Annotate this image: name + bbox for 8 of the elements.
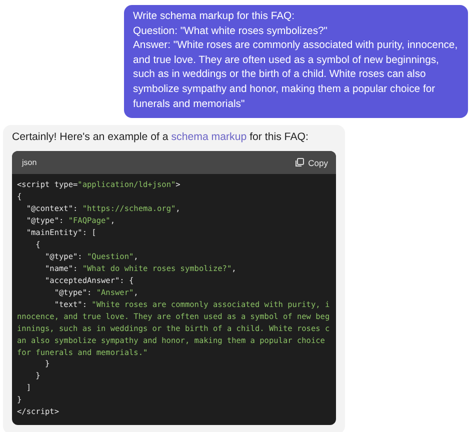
schema-link[interactable]: schema markup — [171, 131, 247, 144]
language-label: json — [22, 158, 37, 168]
message-text: Question: "What white roses symbolizes?" — [133, 24, 328, 39]
reply-text: Certainly! Here's an example of a schema markup for this FAQ: — [12, 130, 310, 144]
message-text: Write schema markup for this FAQ: — [133, 10, 296, 24]
copy-button[interactable]: Copy — [295, 158, 328, 168]
copy-icon — [295, 158, 304, 168]
message-text: Answer: "White roses are commonly associated with purity, innocence, and true love. They are often used as a symbol of new beginnings, such as in weddings or the birth of a child. White roses can also symbolize sympathy and honor, making them a popular choice for funerals and memorials" — [133, 39, 458, 112]
